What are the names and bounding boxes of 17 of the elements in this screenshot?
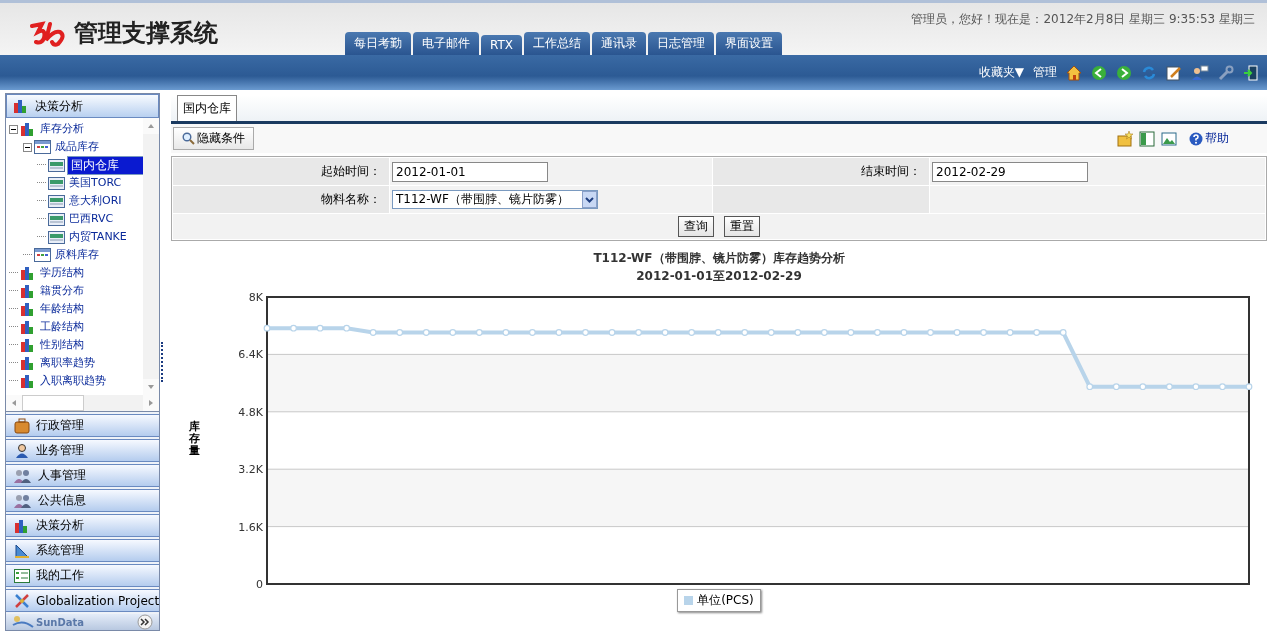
y-tick-label: 3.2K — [238, 463, 263, 477]
y-tick-label: 4.8K — [238, 405, 263, 419]
y-tick-label: 8K — [248, 291, 263, 304]
greeting-text: 管理员，您好！现在是：2012年2月8日 星期三 9:35:53 星期三 — [911, 11, 1255, 28]
y-tick-label: 1.6K — [238, 520, 263, 534]
system-name: 管理支撑系统 — [74, 18, 218, 49]
panel-title: 决策分析 — [35, 97, 83, 115]
chart-subtitle: 2012-01-01至2012-02-29 — [636, 268, 802, 285]
legend-label: 单位(PCS) — [697, 592, 754, 609]
field-label: 物料名称： — [173, 186, 389, 213]
field-label: 起始时间： — [173, 158, 389, 185]
chart-title: T112-WF（带围脖、镜片防雾）库存趋势分析 — [593, 250, 845, 267]
y-tick-label: 0 — [256, 578, 263, 589]
footer-logo-text: SunData — [36, 616, 85, 628]
y-tick-label: 6.4K — [238, 348, 263, 362]
y-axis-label: 库存量 — [189, 420, 200, 458]
field-label: 结束时间： — [713, 158, 929, 185]
